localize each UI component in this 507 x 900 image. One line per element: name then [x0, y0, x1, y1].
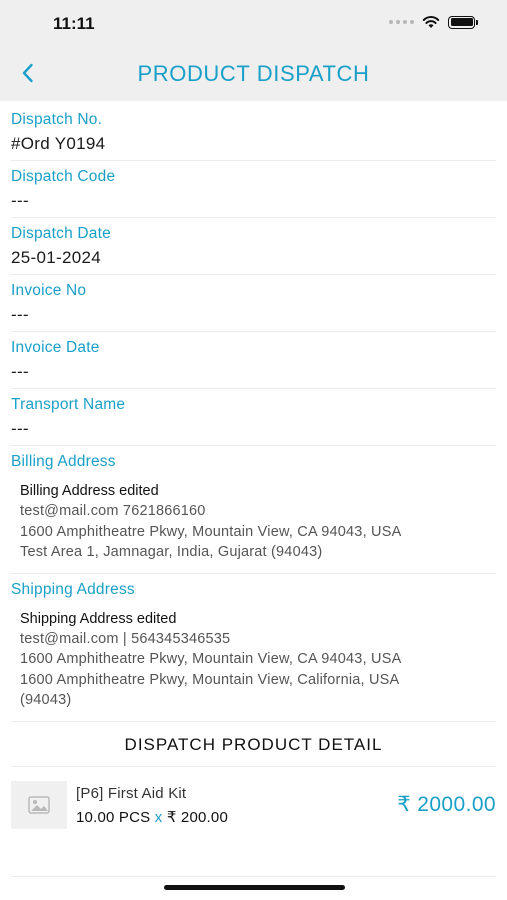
shipping-contact: test@mail.com | 564345346535	[20, 630, 231, 647]
field-label: Dispatch Date	[11, 225, 111, 242]
shipping-address-name: Shipping Address edited	[20, 610, 177, 627]
field-value: 25-01-2024	[11, 248, 101, 267]
status-indicators	[389, 15, 478, 29]
shipping-address-line: (94043)	[20, 692, 72, 708]
product-rate: ₹ 200.00	[166, 808, 229, 826]
battery-icon	[448, 15, 478, 29]
shipping-address-body: Shipping Address edited test@mail.com | …	[11, 599, 496, 721]
shipping-address: Shipping Address Shipping Address edited…	[11, 574, 496, 722]
product-section-title: DISPATCH PRODUCT DETAIL	[11, 722, 496, 767]
field-dispatch-no: Dispatch No. #Ord Y0194	[11, 104, 496, 161]
page-title: PRODUCT DISPATCH	[137, 61, 370, 86]
image-placeholder-icon	[28, 795, 50, 814]
field-transport-name: Transport Name ---	[11, 389, 496, 446]
field-label: Invoice Date	[11, 339, 100, 356]
product-quantity-line: 10.00 PCS x ₹ 200.00	[76, 808, 228, 826]
home-indicator[interactable]	[164, 885, 345, 890]
field-label: Dispatch No.	[11, 111, 103, 128]
product-thumbnail	[11, 780, 67, 829]
billing-address-line: 1600 Amphitheatre Pkwy, Mountain View, C…	[20, 523, 402, 540]
field-label: Dispatch Code	[11, 168, 116, 185]
product-qty: 10.00 PCS	[76, 808, 151, 826]
shipping-address-label: Shipping Address	[11, 580, 135, 598]
billing-address: Billing Address Billing Address edited t…	[11, 446, 496, 574]
billing-address-line: Test Area 1, Jamnagar, India, Gujarat (9…	[20, 544, 323, 560]
field-label: Invoice No	[11, 282, 87, 299]
product-name: [P6] First Aid Kit	[76, 784, 187, 802]
field-value: ---	[11, 305, 29, 324]
field-value: #Ord Y0194	[11, 134, 106, 153]
app-header: 11:11 PRODUCT DISPATCH	[0, 0, 507, 101]
multiply-sign: x	[154, 808, 163, 826]
product-row[interactable]: [P6] First Aid Kit 10.00 PCS x ₹ 200.00 …	[11, 767, 496, 877]
shipping-address-line: 1600 Amphitheatre Pkwy, Mountain View, C…	[20, 651, 402, 667]
signal-icon	[389, 20, 414, 24]
field-value: ---	[11, 362, 29, 381]
dispatch-details: Dispatch No. #Ord Y0194 Dispatch Code --…	[0, 104, 507, 877]
billing-contact: test@mail.com 7621866160	[20, 503, 206, 519]
billing-address-name: Billing Address edited	[20, 483, 159, 499]
field-dispatch-date: Dispatch Date 25-01-2024	[11, 218, 496, 275]
field-label: Transport Name	[11, 396, 126, 413]
shipping-address-line: 1600 Amphitheatre Pkwy, Mountain View, C…	[20, 671, 400, 688]
field-value: ---	[11, 419, 29, 438]
status-time: 11:11	[53, 14, 95, 33]
field-value: ---	[11, 191, 29, 210]
billing-address-body: Billing Address edited test@mail.com 762…	[11, 471, 496, 573]
billing-address-label: Billing Address	[11, 453, 116, 470]
wifi-icon	[422, 16, 440, 28]
field-dispatch-code: Dispatch Code ---	[11, 161, 496, 218]
field-invoice-no: Invoice No ---	[11, 275, 496, 332]
product-total: ₹ 2000.00	[397, 792, 496, 816]
field-invoice-date: Invoice Date ---	[11, 332, 496, 389]
